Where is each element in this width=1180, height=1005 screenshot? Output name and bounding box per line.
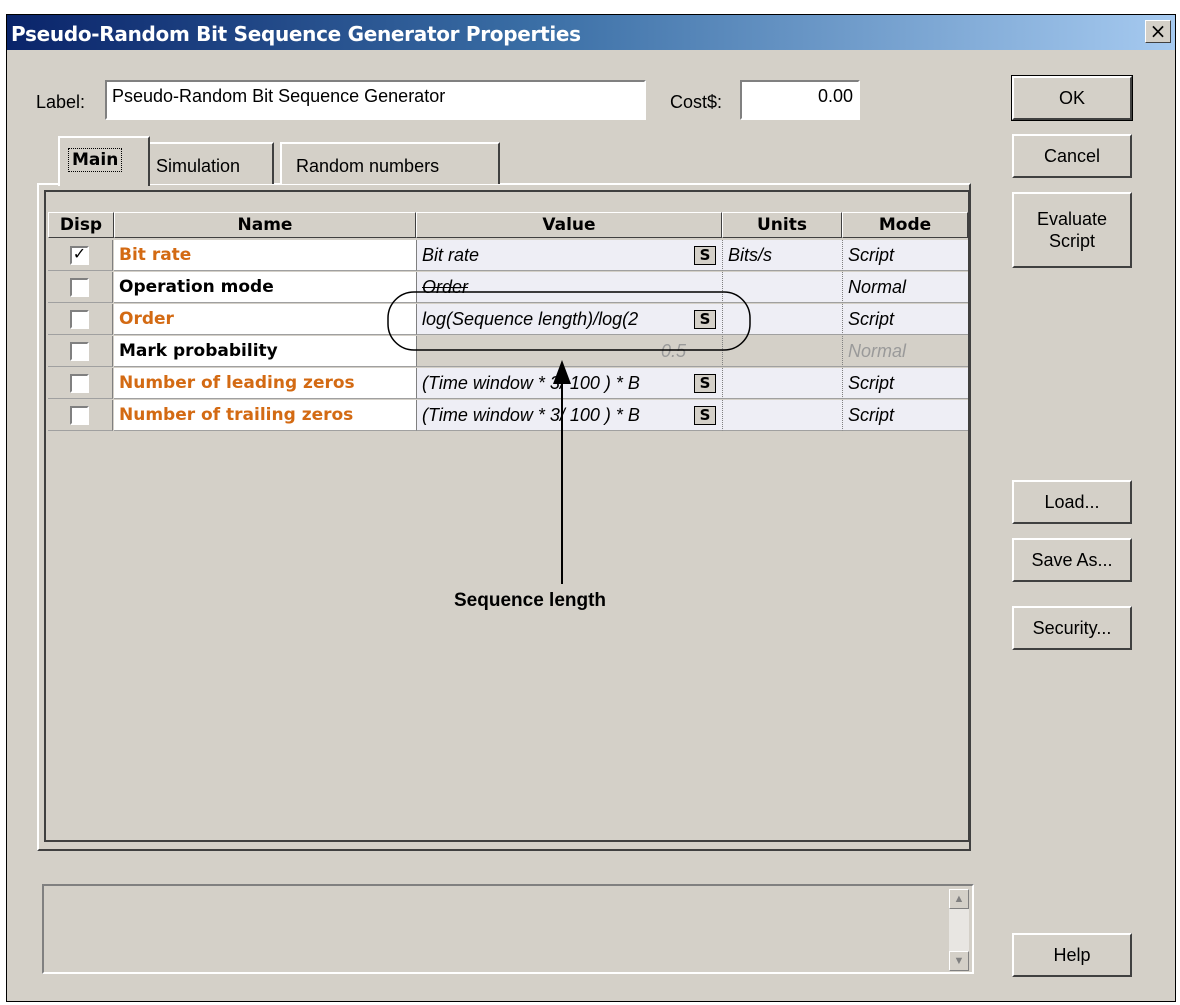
- callout-ellipse: [387, 291, 751, 351]
- description-scrollbar[interactable]: ▲ ▼: [949, 889, 969, 971]
- callout-overlay: [387, 291, 751, 584]
- scroll-down-icon[interactable]: ▼: [949, 951, 969, 971]
- description-box: ▲ ▼: [42, 884, 974, 974]
- tab-main-label: Main: [68, 148, 123, 172]
- callout-arrowhead: [553, 360, 571, 384]
- scroll-up-icon[interactable]: ▲: [949, 889, 969, 909]
- callout-label: Sequence length: [454, 590, 607, 611]
- tab-main[interactable]: Main: [58, 136, 150, 186]
